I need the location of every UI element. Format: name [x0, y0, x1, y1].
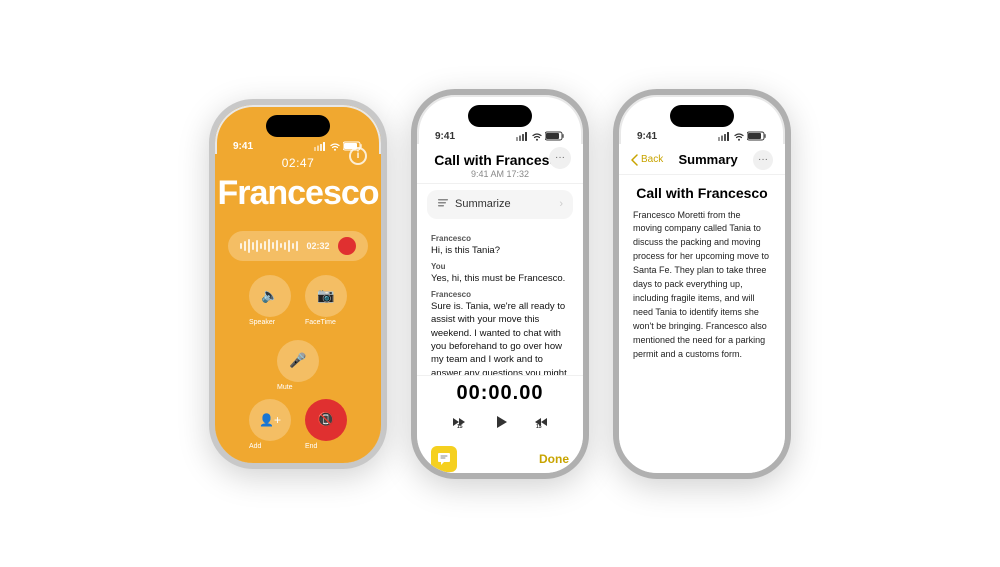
call-header-subtitle: 9:41 AM 17:32 [433, 169, 567, 179]
call-controls: 🔈 Speaker 📷 FaceTime 🎤 Mute [227, 275, 369, 391]
text-1: Yes, hi, this must be Francesco. [431, 272, 569, 285]
wifi-icon-2 [532, 132, 542, 141]
play-icon [489, 411, 511, 433]
done-button[interactable]: Done [539, 452, 569, 466]
summarize-arrow: › [559, 198, 563, 210]
svg-text:15: 15 [457, 424, 463, 430]
dynamic-island-2 [468, 105, 532, 127]
transcript-item-0: Francesco Hi, is this Tania? [431, 234, 569, 257]
battery-icon-2 [545, 131, 565, 141]
call-controls-row2: 👤+ Add 📵 End ⌨ Keypad [227, 399, 369, 469]
caller-name: Francesco [217, 174, 378, 213]
more-options-button[interactable]: ··· [549, 147, 571, 169]
phone-active-call: 9:41 [209, 99, 387, 469]
summary-title: Summary [678, 152, 737, 167]
status-time-1: 9:41 [233, 141, 253, 152]
dynamic-island-3 [670, 105, 734, 127]
forward-icon: 15 [531, 412, 551, 432]
playback-controls: 15 15 [417, 411, 583, 438]
end-call-button[interactable]: 📵 End [305, 399, 347, 450]
waveform-bars [240, 239, 298, 253]
battery-icon-3 [747, 131, 767, 141]
phone2-bottom-bar: Done [417, 442, 583, 478]
dynamic-island [266, 115, 330, 137]
summarize-icon [437, 197, 449, 212]
chat-bubble-icon[interactable] [431, 446, 457, 472]
speaker-0: Francesco [431, 234, 569, 243]
signal-icon-3 [718, 132, 731, 141]
lines-icon [437, 197, 449, 209]
text-0: Hi, is this Tania? [431, 244, 569, 257]
status-time-2: 9:41 [435, 131, 455, 142]
add-button[interactable]: 👤+ Add [249, 399, 291, 450]
rewind-icon: 15 [449, 412, 469, 432]
mute-button[interactable]: 🎤 Mute [277, 340, 319, 391]
summary-screen: Back Summary ··· Call with Francesco Fra… [619, 144, 785, 478]
transcript-area: Francesco Hi, is this Tania? You Yes, hi… [417, 225, 583, 375]
speaker-2: Francesco [431, 290, 569, 299]
phone-transcript: 9:41 [411, 89, 589, 479]
summary-text: Francesco Moretti from the moving compan… [633, 209, 771, 362]
call-header-title: Call with Francesco [433, 152, 567, 168]
status-icons-2 [516, 131, 565, 141]
call-timer: 02:32 [306, 241, 329, 251]
wifi-icon-3 [734, 132, 744, 141]
status-bar-2: 9:41 [417, 127, 583, 144]
playback-area: 00:00.00 15 [417, 375, 583, 442]
keypad-button[interactable]: ⌨ Keypad [277, 464, 319, 469]
status-icons-3 [718, 131, 767, 141]
signal-icon [314, 142, 327, 151]
audio-waveform: 02:32 [228, 231, 368, 261]
status-time-3: 9:41 [637, 131, 657, 142]
svg-text:15: 15 [536, 424, 542, 430]
call-screen: i 02:47 Francesco [215, 154, 381, 468]
chevron-left-icon [631, 154, 639, 166]
status-bar-3: 9:41 [619, 127, 785, 144]
chat-icon-svg [436, 452, 452, 466]
play-button[interactable] [489, 411, 511, 438]
speaker-1: You [431, 262, 569, 271]
forward-button[interactable]: 15 [531, 412, 551, 437]
back-label: Back [641, 154, 663, 165]
summary-content: Call with Francesco Francesco Moretti fr… [619, 175, 785, 478]
rewind-button[interactable]: 15 [449, 412, 469, 437]
transcript-screen: Call with Francesco 9:41 AM 17:32 ··· Su… [417, 144, 583, 478]
transcript-item-2: Francesco Sure is. Tania, we're all read… [431, 290, 569, 374]
summary-more-button[interactable]: ··· [753, 150, 773, 170]
text-2: Sure is. Tania, we're all ready to assis… [431, 300, 569, 374]
phones-container: 9:41 [189, 69, 811, 499]
signal-icon-2 [516, 132, 529, 141]
speaker-button[interactable]: 🔈 Speaker [249, 275, 291, 326]
facetime-button[interactable]: 📷 FaceTime [305, 275, 347, 326]
summarize-button[interactable]: Summarize › [427, 190, 573, 219]
transcript-item-1: You Yes, hi, this must be Francesco. [431, 262, 569, 285]
back-button[interactable]: Back [631, 154, 663, 166]
wifi-icon [330, 142, 340, 151]
summary-header: Back Summary ··· [619, 144, 785, 175]
summarize-label: Summarize [455, 198, 553, 210]
info-button[interactable]: i [349, 147, 367, 165]
call-duration: 02:47 [282, 156, 315, 170]
playback-time: 00:00.00 [417, 382, 583, 405]
phone-summary: 9:41 [613, 89, 791, 479]
summary-call-title: Call with Francesco [633, 185, 771, 201]
record-button[interactable] [338, 237, 356, 255]
